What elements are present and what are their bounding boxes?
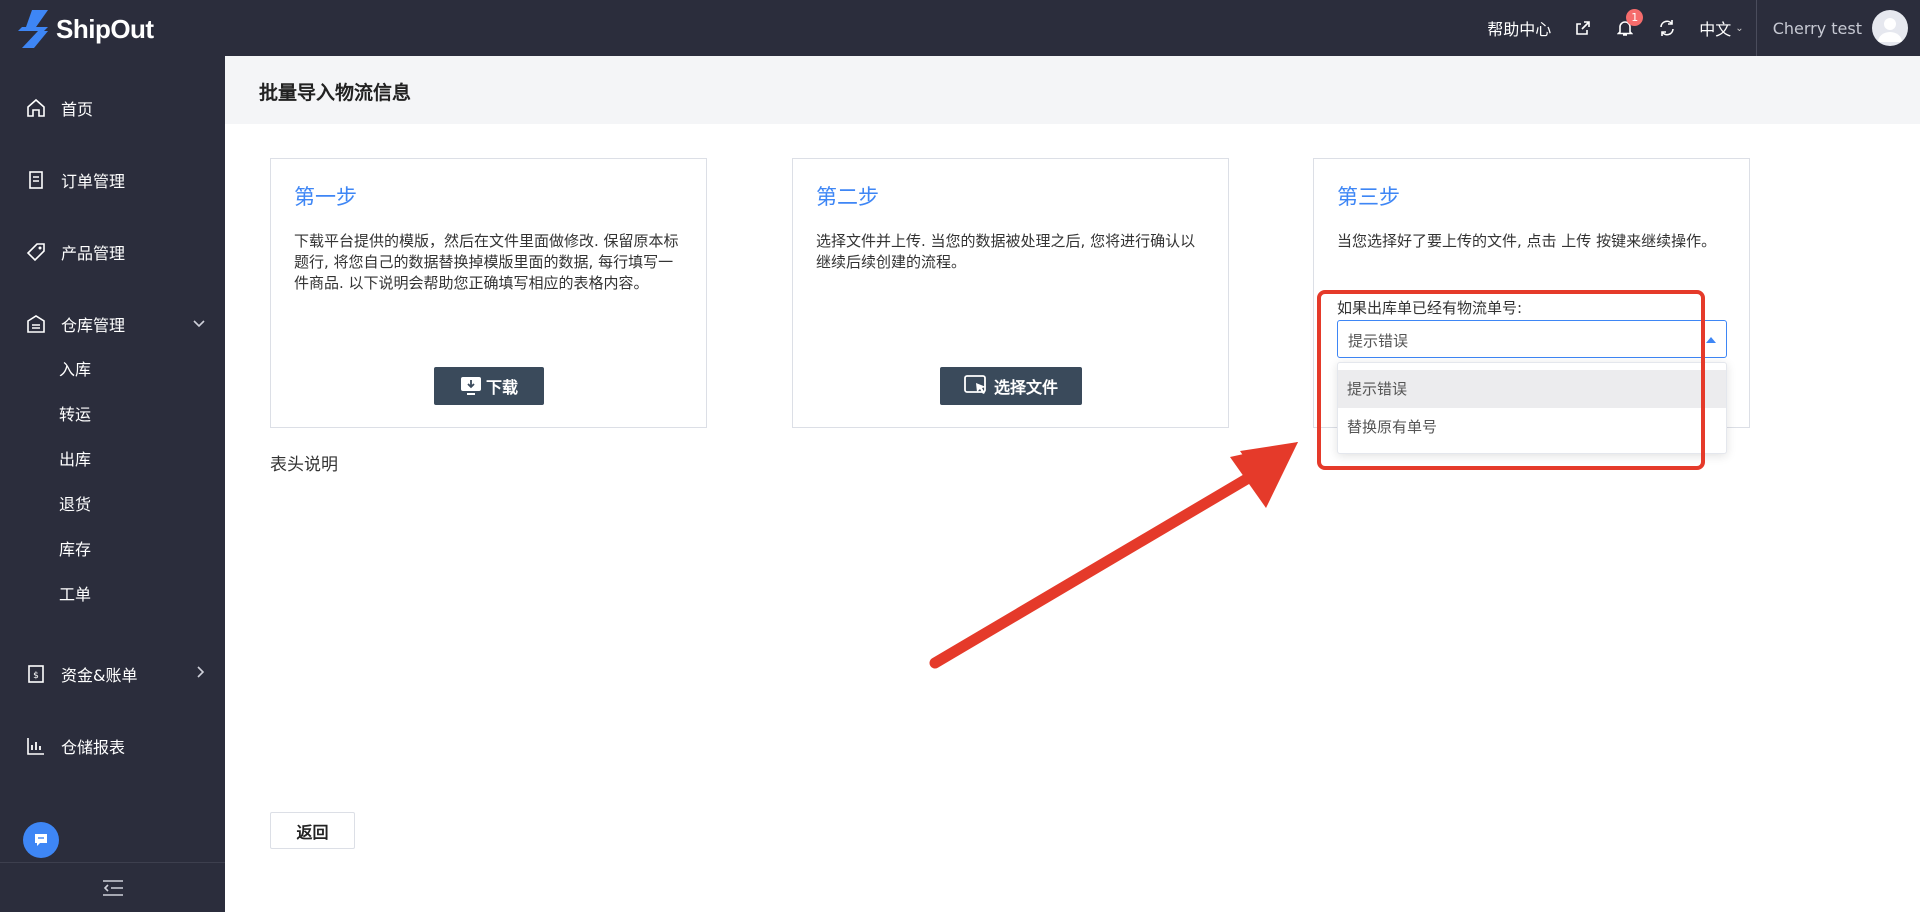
sidebar-item-reports[interactable]: 仓储报表 [0,722,225,770]
sidebar-subitem-inbound[interactable]: 入库 [59,358,91,382]
avatar-icon[interactable] [1872,10,1908,46]
language-label: 中文 [1699,20,1732,39]
step-one-card: 第一步 下载平台提供的模版，然后在文件里面做修改. 保留原本标题行, 将您自己的… [270,158,707,428]
page-title: 批量导入物流信息 [259,82,412,104]
annotation-highlight-box [1317,290,1705,470]
share-icon[interactable] [1573,18,1593,38]
sidebar-subitem-transfer[interactable]: 转运 [59,403,91,427]
chevron-down-icon: ⌄ [1735,22,1744,34]
sidebar-subitem-returns[interactable]: 退货 [59,493,91,517]
step-one-description: 下载平台提供的模版，然后在文件里面做修改. 保留原本标题行, 将您自己的数据替换… [294,232,679,292]
page-header: 批量导入物流信息 [225,56,1920,124]
table-header-description-label[interactable]: 表头说明 [270,450,338,475]
choose-file-button[interactable]: 选择文件 [940,367,1082,405]
top-divider [1755,0,1757,56]
sidebar-subitem-tickets[interactable]: 工单 [59,583,91,607]
collapse-icon [102,879,123,896]
warehouse-icon [25,313,47,335]
sidebar-item-label: 资金&账单 [61,666,138,685]
refresh-icon[interactable] [1657,18,1677,38]
chat-icon [35,834,47,846]
help-center-link[interactable]: 帮助中心 [1487,16,1551,40]
step-one-title: 第一步 [294,185,357,209]
download-button-label: 下载 [485,378,518,397]
collapse-sidebar-button[interactable] [0,862,225,912]
sidebar-item-products[interactable]: 产品管理 [0,228,225,276]
sidebar-item-label: 产品管理 [61,244,126,263]
chat-button[interactable] [23,822,59,858]
step-three-description: 当您选择好了要上传的文件, 点击 上传 按键来继续操作。 [1337,232,1717,250]
svg-text:$: $ [33,671,39,681]
bell-icon[interactable]: 1 [1615,9,1644,38]
sidebar-item-home[interactable]: 首页 [0,84,225,132]
top-bar: ShipOut 帮助中心 1 中文 ⌄ Cherry test [0,0,1920,56]
top-right-controls: 帮助中心 1 中文 ⌄ Cherry test [1487,0,1920,56]
chevron-down-icon [193,316,205,332]
step-three-title: 第三步 [1337,185,1400,209]
sidebar-subitem-outbound[interactable]: 出库 [59,448,91,472]
sidebar-item-label: 仓储报表 [61,738,126,757]
sidebar: 首页 订单管理 产品管理 仓库管理 入库 转运 出库 退货 库存 工单 $ 资金… [0,56,225,912]
step-two-title: 第二步 [816,185,879,209]
language-selector[interactable]: 中文 ⌄ [1699,16,1743,40]
user-name[interactable]: Cherry test [1773,19,1862,38]
lightning-bolt-icon [18,10,52,48]
chart-icon [25,735,47,757]
download-button[interactable]: 下载 [434,367,544,405]
step-two-description: 选择文件并上传. 当您的数据被处理之后, 您将进行确认以继续后续创建的流程。 [816,232,1196,271]
choose-file-button-label: 选择文件 [993,378,1058,397]
sidebar-subitem-inventory[interactable]: 库存 [59,538,91,562]
notification-badge: 1 [1626,9,1644,26]
step-two-card: 第二步 选择文件并上传. 当您的数据被处理之后, 您将进行确认以继续后续创建的流… [792,158,1229,428]
brand-name: ShipOut [56,13,154,44]
sidebar-item-warehouse[interactable]: 仓库管理 [0,300,225,348]
back-button[interactable]: 返回 [270,812,355,849]
order-icon [25,169,47,191]
sidebar-item-label: 订单管理 [61,172,126,191]
download-icon [460,377,481,395]
tag-icon [25,241,47,263]
sidebar-item-label: 仓库管理 [61,316,126,335]
chevron-right-icon [197,666,205,682]
home-icon [25,97,47,119]
sidebar-item-billing[interactable]: $ 资金&账单 [0,650,225,698]
cursor-select-icon [964,375,986,394]
sidebar-item-label: 首页 [61,100,94,119]
caret-up-icon [1706,337,1716,343]
logo[interactable]: ShipOut [18,10,154,48]
sidebar-item-orders[interactable]: 订单管理 [0,156,225,204]
billing-icon: $ [25,663,47,685]
